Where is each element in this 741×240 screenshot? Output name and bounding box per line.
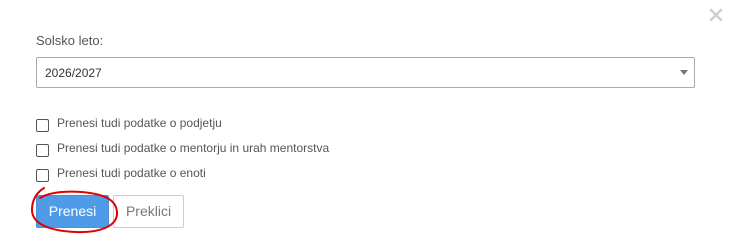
option-unit-row[interactable]: Prenesi tudi podatke o enoti [36,166,206,182]
close-icon[interactable] [709,8,727,26]
school-year-value: 2026/2027 [45,66,102,80]
transfer-button[interactable]: Prenesi [36,195,109,228]
option-company-checkbox[interactable] [36,119,49,132]
option-company-row[interactable]: Prenesi tudi podatke o podjetju [36,116,222,132]
option-mentor-label: Prenesi tudi podatke o mentorju in urah … [57,140,330,155]
option-mentor-row[interactable]: Prenesi tudi podatke o mentorju in urah … [36,141,329,157]
school-year-label: Solsko leto: [36,33,104,48]
dropdown-arrow-icon [680,70,688,75]
cancel-button[interactable]: Preklici [113,195,184,228]
option-mentor-checkbox[interactable] [36,144,49,157]
school-year-select[interactable]: 2026/2027 [36,57,695,88]
option-company-label: Prenesi tudi podatke o podjetju [57,115,222,130]
transfer-dialog: Solsko leto: 2026/2027 Prenesi tudi poda… [0,0,741,239]
option-unit-label: Prenesi tudi podatke o enoti [57,165,206,180]
option-unit-checkbox[interactable] [36,169,49,182]
